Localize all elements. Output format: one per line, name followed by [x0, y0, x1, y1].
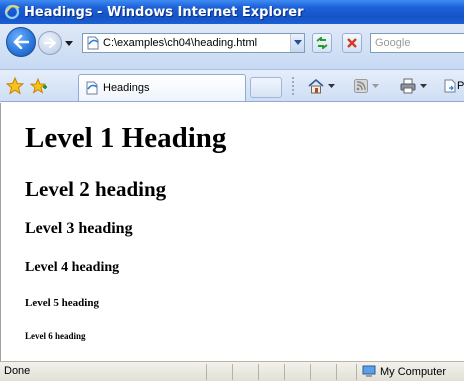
forward-button[interactable] — [38, 31, 62, 55]
heading-level-2: Level 2 heading — [25, 177, 167, 201]
address-url[interactable]: C:\examples\ch04\heading.html — [103, 37, 290, 49]
window-title-bar: Headings - Windows Internet Explorer — [0, 0, 464, 24]
heading-level-1: Level 1 Heading — [25, 122, 227, 154]
security-zone-label: My Computer — [380, 365, 447, 378]
refresh-icon — [316, 37, 328, 49]
home-icon — [308, 78, 324, 94]
refresh-button[interactable] — [312, 33, 332, 53]
print-button[interactable] — [400, 78, 427, 94]
security-zone[interactable]: My Computer — [362, 365, 446, 378]
heading-level-4: Level 4 heading — [25, 260, 120, 275]
stop-icon — [347, 38, 357, 48]
status-divider — [284, 364, 285, 380]
tab-command-bar: Headings P — [0, 70, 464, 102]
recent-pages-dropdown[interactable] — [64, 38, 74, 48]
back-arrow-icon — [13, 35, 29, 49]
feeds-icon — [354, 79, 368, 93]
heading-level-6: Level 6 heading — [25, 331, 86, 341]
toolbar-separator — [292, 77, 294, 95]
search-input[interactable]: Google — [370, 33, 464, 53]
address-dropdown[interactable] — [290, 34, 304, 52]
page-menu-button[interactable]: P — [444, 78, 464, 94]
heading-level-5: Level 5 heading — [25, 297, 99, 309]
navigation-bar: C:\examples\ch04\heading.html Google — [0, 24, 464, 70]
page-menu-icon — [444, 79, 456, 93]
chevron-down-icon — [420, 83, 427, 88]
page-icon — [86, 81, 98, 95]
status-text: Done — [4, 365, 31, 377]
back-button[interactable] — [6, 27, 36, 57]
status-divider — [232, 364, 233, 380]
page-menu-label: P — [457, 80, 464, 92]
my-computer-icon — [362, 365, 376, 377]
home-button[interactable] — [308, 78, 335, 94]
tab-label: Headings — [103, 82, 150, 94]
status-bar: Done My Computer — [0, 361, 464, 381]
favorites-star-icon[interactable] — [6, 77, 24, 95]
page-icon — [87, 36, 99, 50]
page-content: Level 1 Heading Level 2 heading Level 3 … — [0, 103, 464, 361]
status-divider — [206, 364, 207, 380]
feeds-button[interactable] — [354, 78, 379, 94]
status-divider — [310, 364, 311, 380]
print-icon — [400, 78, 416, 94]
add-favorites-icon[interactable] — [30, 77, 48, 95]
status-divider — [356, 364, 357, 380]
chevron-down-icon — [372, 83, 379, 88]
forward-arrow-icon — [44, 38, 56, 48]
new-tab-button[interactable] — [250, 77, 282, 98]
status-divider — [336, 364, 337, 380]
chevron-down-icon — [293, 40, 302, 45]
address-bar[interactable]: C:\examples\ch04\heading.html — [82, 33, 305, 53]
window-title: Headings - Windows Internet Explorer — [24, 4, 304, 20]
status-divider — [258, 364, 259, 380]
heading-level-3: Level 3 heading — [25, 220, 133, 237]
stop-button[interactable] — [342, 33, 362, 53]
tab-headings[interactable]: Headings — [78, 74, 246, 101]
chevron-down-icon — [328, 83, 335, 88]
ie-logo-icon — [4, 4, 20, 20]
